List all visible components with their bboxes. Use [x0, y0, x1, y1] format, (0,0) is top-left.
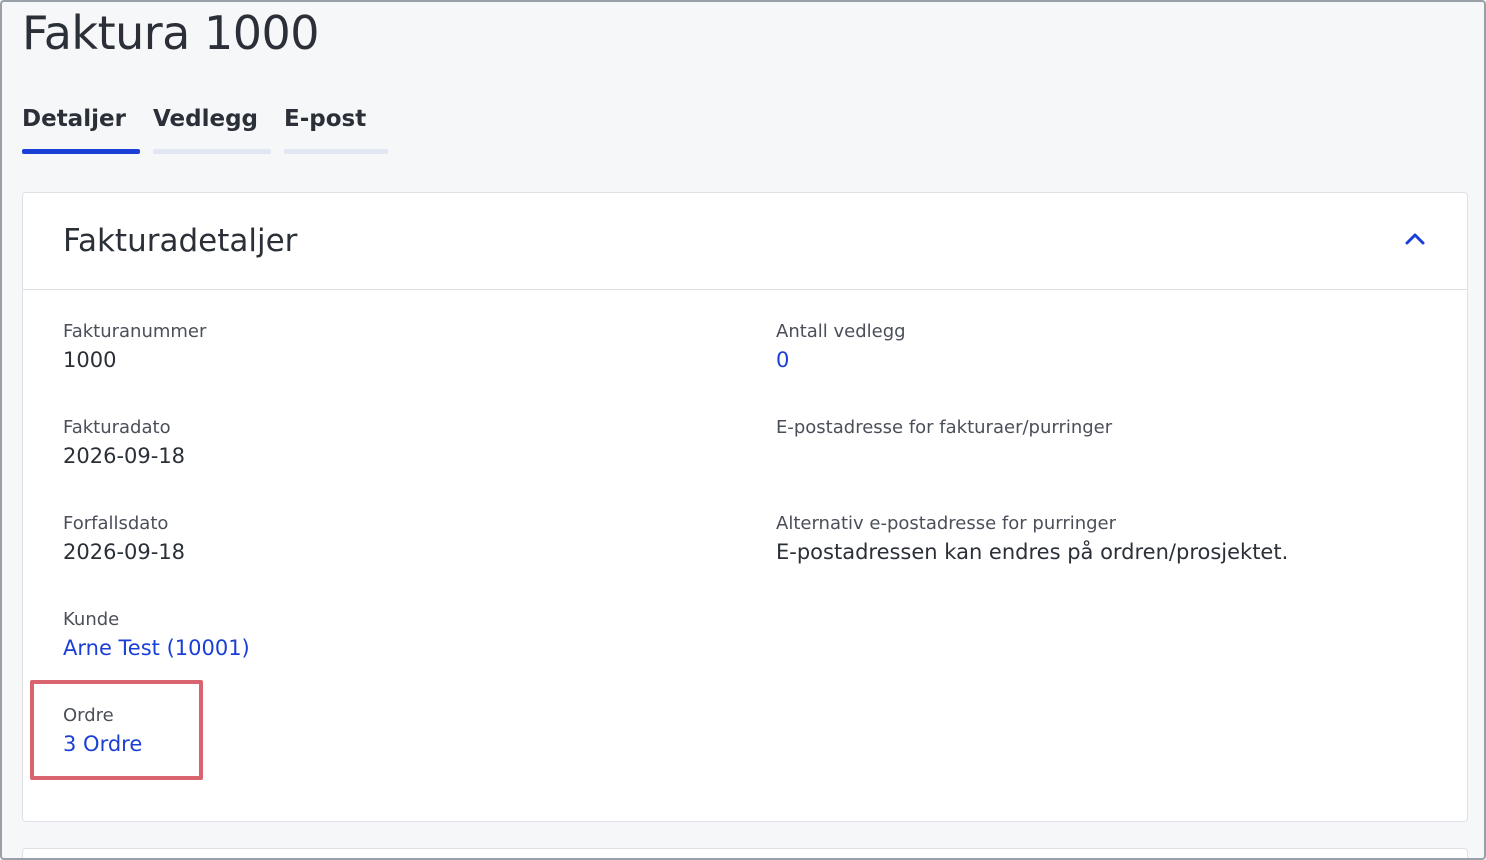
tab-epost-label: E-post — [284, 106, 367, 132]
highlight-box — [30, 680, 203, 780]
tab-epost-indicator — [284, 149, 388, 154]
field-label: Fakturadato — [63, 417, 171, 438]
field-customer: Kunde Arne Test (10001) — [63, 609, 250, 660]
next-card — [22, 848, 1468, 860]
tab-vedlegg[interactable]: Vedlegg — [153, 106, 271, 154]
field-label: Antall vedlegg — [776, 321, 906, 342]
field-alt-email: Alternativ e-postadresse for purringer E… — [776, 513, 1288, 564]
field-value: 2026-09-18 — [63, 540, 186, 564]
field-invoice-number: Fakturanummer 1000 — [63, 321, 206, 372]
field-value: 1000 — [63, 348, 117, 372]
invoice-details-card: Fakturadetaljer Fakturanummer 1000 Faktu… — [22, 192, 1468, 822]
field-attachments: Antall vedlegg 0 — [776, 321, 906, 372]
chevron-up-icon — [1405, 233, 1425, 245]
field-label: E-postadresse for fakturaer/purringer — [776, 417, 1113, 438]
collapse-button[interactable] — [1399, 223, 1431, 255]
field-invoice-date: Fakturadato 2026-09-18 — [63, 417, 185, 468]
customer-link[interactable]: Arne Test (10001) — [63, 636, 250, 660]
field-due-date: Forfallsdato 2026-09-18 — [63, 513, 185, 564]
field-label: Kunde — [63, 609, 120, 630]
card-title: Fakturadetaljer — [63, 223, 298, 259]
page-title: Faktura 1000 — [22, 6, 320, 60]
field-value: E-postadressen kan endres på ordren/pros… — [776, 540, 1289, 564]
card-header: Fakturadetaljer — [23, 193, 1467, 290]
field-value: 2026-09-18 — [63, 444, 186, 468]
tab-detaljer-label: Detaljer — [22, 106, 126, 132]
field-label: Forfallsdato — [63, 513, 169, 534]
field-label: Fakturanummer — [63, 321, 207, 342]
tab-detaljer-indicator — [22, 149, 140, 154]
field-label: Alternativ e-postadresse for purringer — [776, 513, 1117, 534]
tab-vedlegg-label: Vedlegg — [153, 106, 259, 132]
tab-epost[interactable]: E-post — [284, 106, 388, 154]
attachments-count-link[interactable]: 0 — [776, 348, 789, 372]
tab-vedlegg-indicator — [153, 149, 271, 154]
tab-detaljer[interactable]: Detaljer — [22, 106, 140, 154]
field-invoice-email: E-postadresse for fakturaer/purringer — [776, 417, 1112, 444]
